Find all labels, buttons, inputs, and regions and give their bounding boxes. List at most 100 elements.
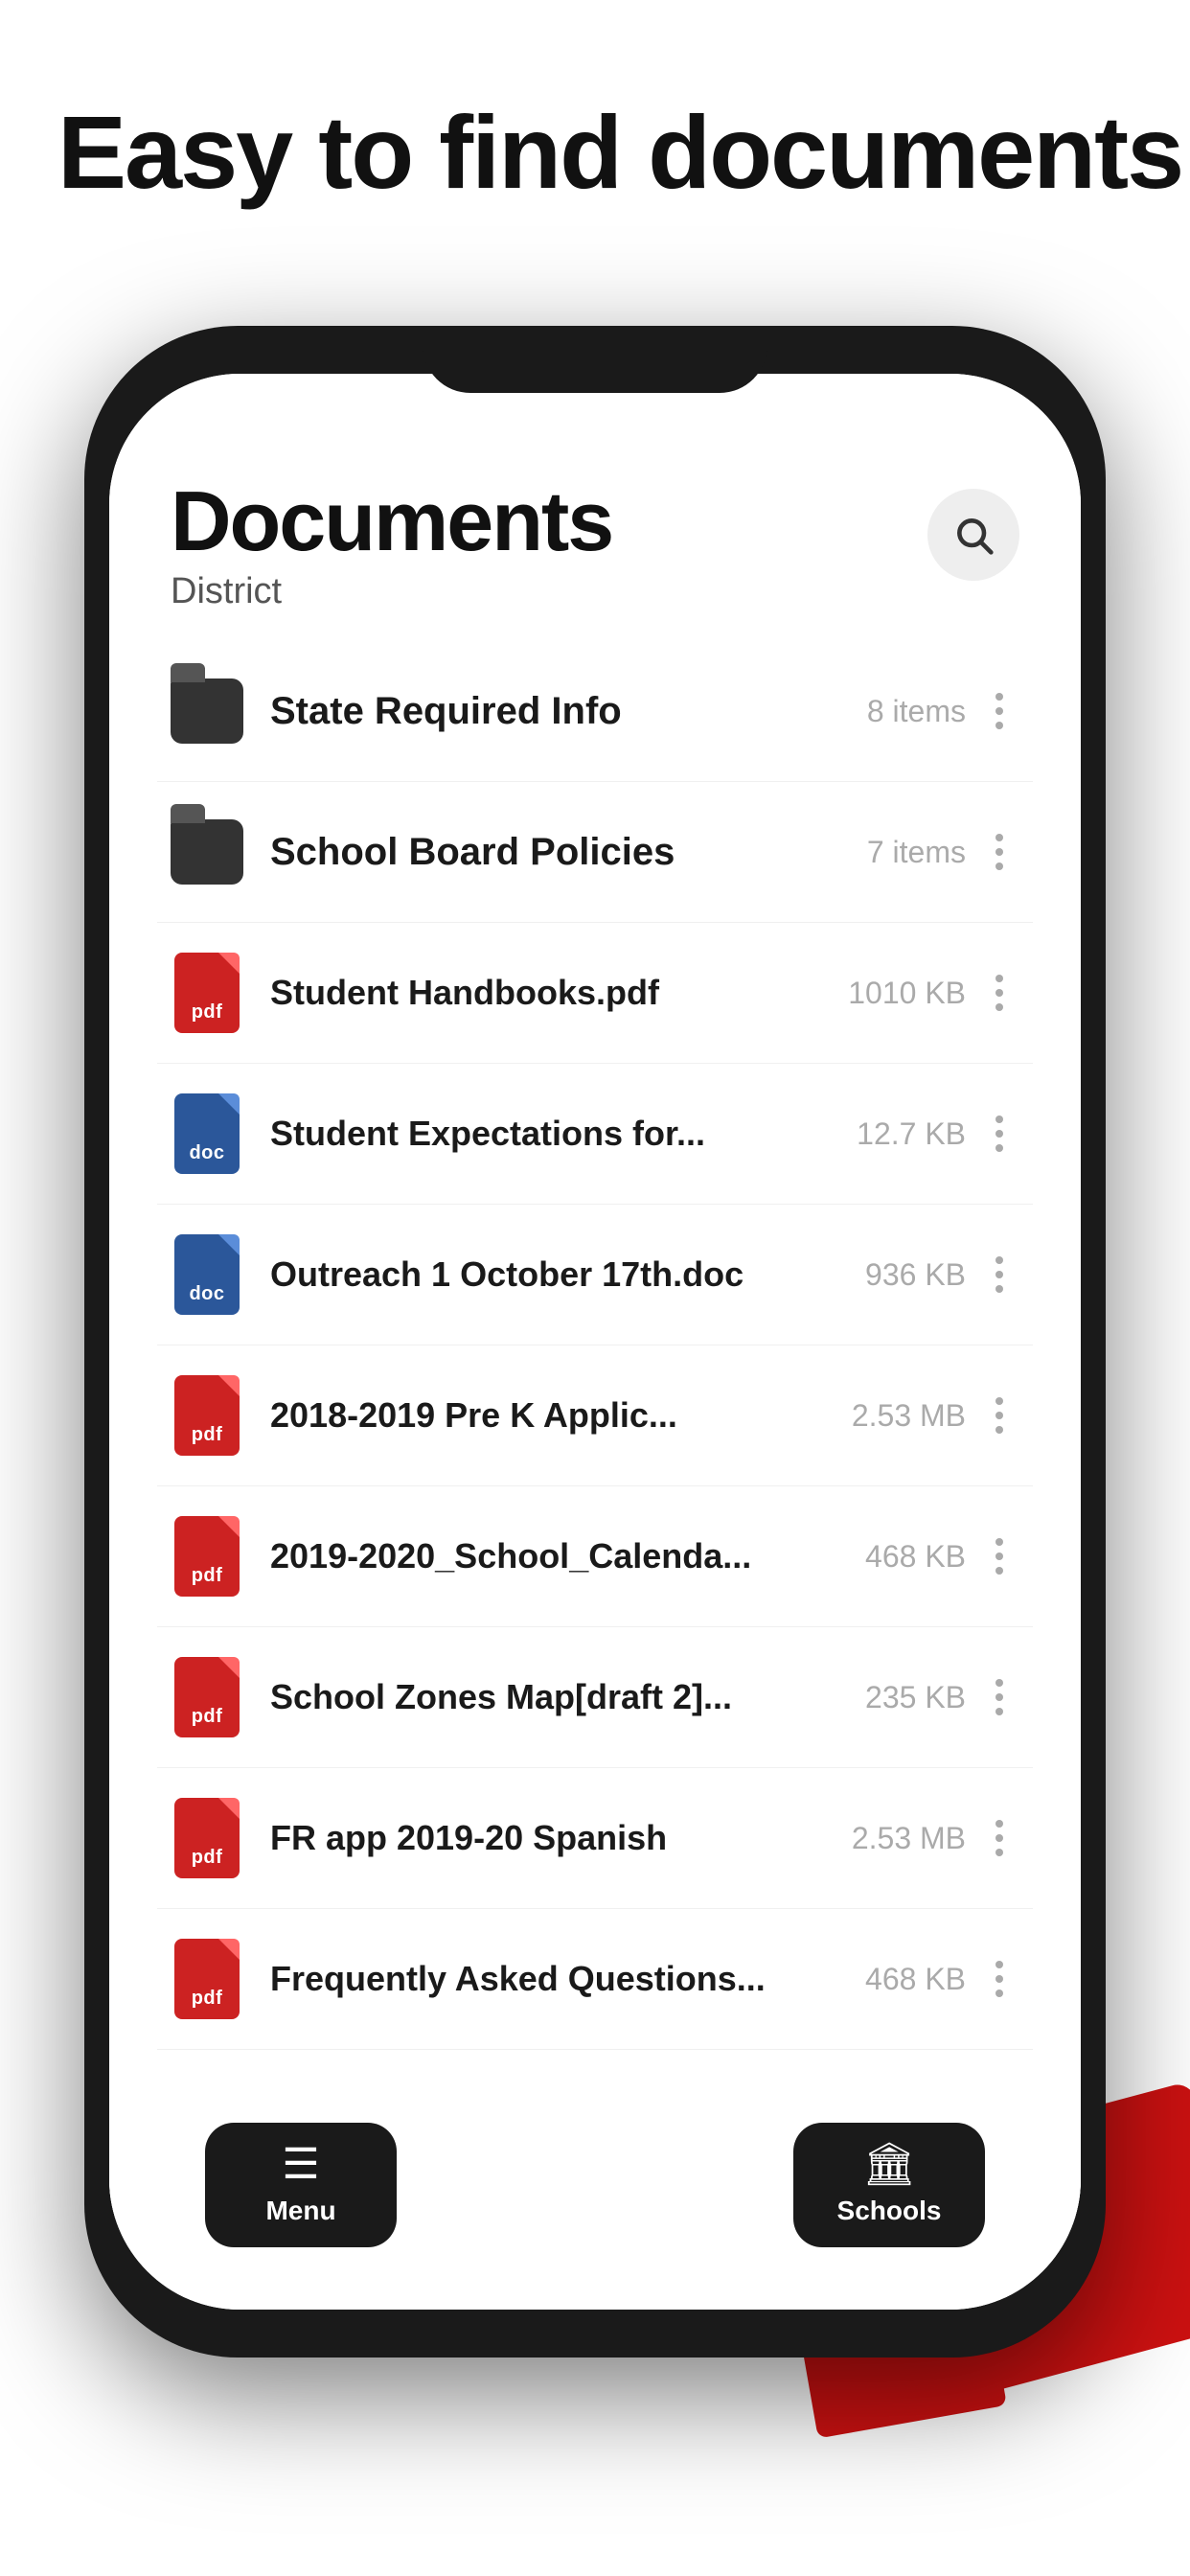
pdf-shape: pdf (174, 953, 240, 1033)
doc-info: Outreach 1 October 17th.doc (270, 1254, 850, 1295)
file-name: Student Expectations for... (270, 1114, 705, 1153)
more-button[interactable] (966, 1820, 1019, 1856)
list-item[interactable]: doc Student Expectations for... 12.7 KB (157, 1064, 1033, 1205)
pdf-label: pdf (192, 1706, 223, 1728)
more-button[interactable] (966, 1679, 1019, 1715)
dot (995, 975, 1003, 982)
more-button[interactable] (966, 1256, 1019, 1293)
doc-file-icon: doc (171, 1231, 243, 1318)
dot (995, 707, 1003, 715)
item-meta: 2.53 MB (836, 1821, 966, 1856)
dot (995, 1820, 1003, 1828)
documents-title: Documents (171, 479, 612, 564)
dot (995, 1834, 1003, 1842)
phone-notch (423, 326, 767, 393)
file-name: Outreach 1 October 17th.doc (270, 1254, 744, 1294)
file-name: School Zones Map[draft 2]... (270, 1677, 732, 1716)
list-item[interactable]: doc Outreach 1 October 17th.doc 936 KB (157, 1205, 1033, 1346)
dot (995, 1693, 1003, 1701)
dot (995, 989, 1003, 997)
item-meta: 468 KB (850, 1539, 966, 1575)
item-meta: 1010 KB (833, 976, 966, 1011)
list-item[interactable]: pdf Student Handbooks.pdf 1010 KB (157, 923, 1033, 1064)
dot (995, 1426, 1003, 1434)
documents-subtitle: District (171, 571, 612, 612)
item-meta: 936 KB (850, 1257, 966, 1293)
more-button[interactable] (966, 1116, 1019, 1152)
folder-icon (171, 668, 243, 754)
schools-label: Schools (837, 2196, 942, 2226)
pdf-label: pdf (192, 1565, 223, 1587)
pdf-shape: pdf (174, 1516, 240, 1597)
dot (995, 1271, 1003, 1278)
dot (995, 834, 1003, 841)
doc-info: Student Expectations for... (270, 1114, 841, 1154)
dot (995, 1961, 1003, 1968)
list-item[interactable]: pdf School Zones Map[draft 2]... 235 KB (157, 1627, 1033, 1768)
doc-info: 2019-2020_School_Calenda... (270, 1536, 850, 1576)
pdf-file-icon: pdf (171, 1372, 243, 1459)
more-button[interactable] (966, 1538, 1019, 1575)
folder-name: School Board Policies (270, 831, 675, 873)
dot (995, 1552, 1003, 1560)
list-item[interactable]: School Board Policies 7 items (157, 782, 1033, 923)
header-text: Documents District (171, 479, 612, 612)
pdf-label: pdf (192, 1847, 223, 1869)
list-item[interactable]: pdf FR app 2019-20 Spanish 2.53 MB (157, 1768, 1033, 1909)
doc-info: State Required Info (270, 690, 852, 733)
more-button[interactable] (966, 834, 1019, 870)
pdf-file-icon: pdf (171, 1654, 243, 1740)
schools-button[interactable]: 🏛 Schools (793, 2123, 985, 2247)
more-button[interactable] (966, 693, 1019, 729)
dot (995, 1285, 1003, 1293)
phone-screen: Documents District (109, 374, 1081, 2310)
pdf-shape: pdf (174, 1798, 240, 1878)
item-meta: 7 items (852, 835, 966, 870)
dot (995, 1116, 1003, 1123)
page-headline: Easy to find documents (57, 96, 1182, 210)
doc-info: 2018-2019 Pre K Applic... (270, 1395, 836, 1436)
phone-frame: Documents District (84, 326, 1106, 2358)
file-name: 2019-2020_School_Calenda... (270, 1536, 751, 1576)
folder-icon (171, 809, 243, 895)
pdf-shape: pdf (174, 1657, 240, 1737)
dot (995, 862, 1003, 870)
dot (995, 1567, 1003, 1575)
doc-file-icon: doc (171, 1091, 243, 1177)
dot (995, 1256, 1003, 1264)
dot (995, 1003, 1003, 1011)
menu-icon: ☰ (282, 2144, 319, 2186)
more-button[interactable] (966, 1397, 1019, 1434)
pdf-label: pdf (192, 1001, 223, 1024)
search-icon (952, 514, 995, 556)
pdf-label: pdf (192, 1988, 223, 2010)
pdf-file-icon: pdf (171, 1513, 243, 1599)
file-name: FR app 2019-20 Spanish (270, 1818, 667, 1857)
more-button[interactable] (966, 1961, 1019, 1997)
folder-name: State Required Info (270, 690, 622, 732)
more-button[interactable] (966, 975, 1019, 1011)
menu-button[interactable]: ☰ Menu (205, 2123, 397, 2247)
dot (995, 1679, 1003, 1687)
search-button[interactable] (927, 489, 1019, 581)
dot (995, 1990, 1003, 1997)
dot (995, 1975, 1003, 1983)
doc-shape: doc (174, 1234, 240, 1315)
schools-icon: 🏛 (862, 2144, 916, 2186)
list-item[interactable]: pdf Frequently Asked Questions... 468 KB (157, 1909, 1033, 2050)
pdf-shape: pdf (174, 1939, 240, 2019)
dot (995, 848, 1003, 856)
dot (995, 1708, 1003, 1715)
pdf-shape: pdf (174, 1375, 240, 1456)
dot (995, 693, 1003, 701)
file-name: Student Handbooks.pdf (270, 973, 659, 1012)
file-name: 2018-2019 Pre K Applic... (270, 1395, 677, 1435)
list-item[interactable]: pdf 2018-2019 Pre K Applic... 2.53 MB (157, 1346, 1033, 1486)
doc-label: doc (189, 1142, 224, 1164)
dot (995, 1538, 1003, 1546)
dot (995, 1397, 1003, 1405)
folder-shape (171, 678, 243, 744)
doc-label: doc (189, 1283, 224, 1305)
list-item[interactable]: pdf 2019-2020_School_Calenda... 468 KB (157, 1486, 1033, 1627)
list-item[interactable]: State Required Info 8 items (157, 641, 1033, 782)
